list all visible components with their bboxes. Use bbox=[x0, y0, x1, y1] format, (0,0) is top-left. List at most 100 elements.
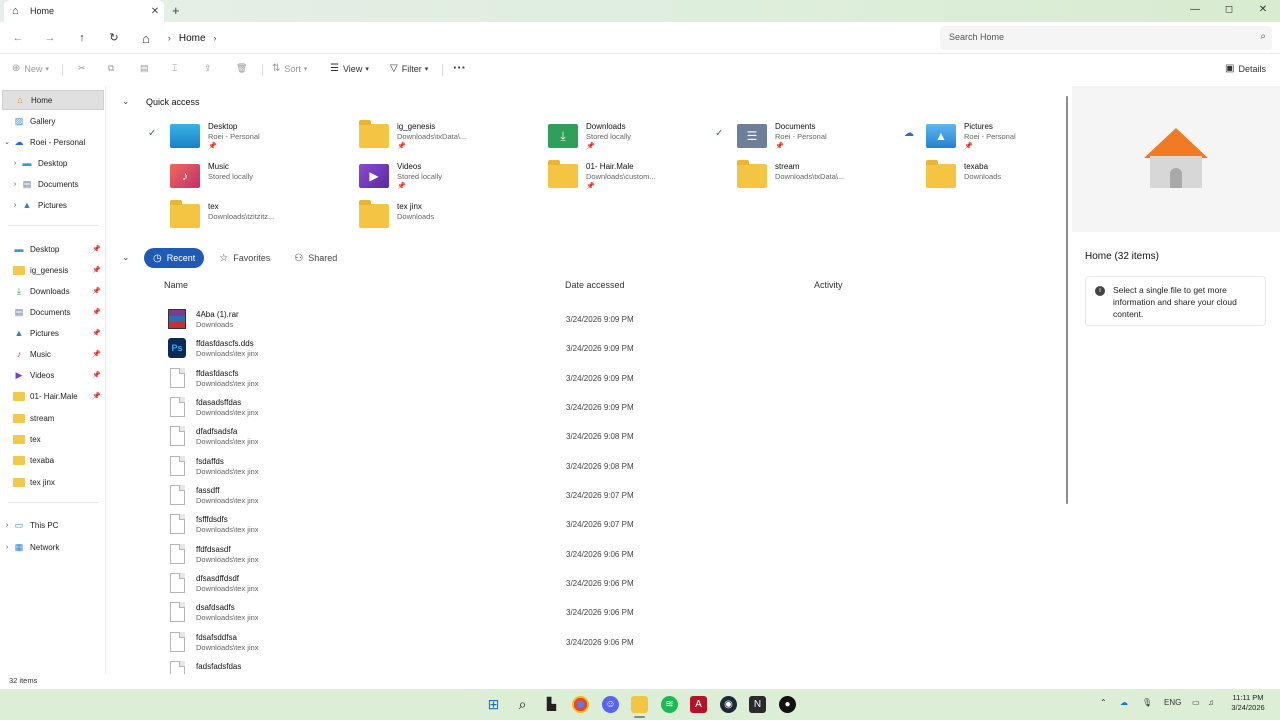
copy-button[interactable]: ⧉ bbox=[108, 63, 114, 74]
quick-access-item[interactable]: tex jinx Downloads bbox=[359, 200, 539, 236]
forward-button[interactable]: → bbox=[40, 28, 60, 48]
table-row[interactable]: ffdfdsasdf Downloads\tex jinx 3/24/2026 … bbox=[166, 541, 1046, 570]
table-row[interactable]: dfadfsadsfa Downloads\tex jinx 3/24/2026… bbox=[166, 423, 1046, 452]
search-icon[interactable]: ⌕ bbox=[514, 696, 531, 713]
tab-shared[interactable]: ⚇ Shared bbox=[285, 248, 346, 268]
quick-access-item[interactable]: ⤓ Downloads Stored locally 📌 bbox=[548, 120, 728, 156]
chevron-right-icon[interactable]: › bbox=[10, 160, 20, 167]
table-row[interactable]: dfsasdffdsdf Downloads\tex jinx 3/24/202… bbox=[166, 570, 1046, 599]
tab-home[interactable]: ⌂ Home ✕ bbox=[4, 0, 164, 22]
sidebar-item-gallery[interactable]: ▨ Gallery bbox=[2, 111, 104, 131]
microphone-icon[interactable]: 🎙 bbox=[1142, 698, 1152, 707]
quick-access-item[interactable]: ✓ Desktop Roei - Personal 📌 bbox=[148, 120, 350, 156]
clock[interactable]: 11:11 PM 3/24/2026 bbox=[1228, 693, 1268, 713]
table-row[interactable]: Ps ffdasfdascfs.dds Downloads\tex jinx 3… bbox=[166, 335, 1046, 364]
rename-button[interactable]: ⌶ bbox=[172, 63, 177, 74]
sidebar-item-music[interactable]: ♪ Music 📌 bbox=[2, 344, 104, 364]
table-row[interactable]: fdasadsffdas Downloads\tex jinx 3/24/202… bbox=[166, 394, 1046, 423]
chevron-down-icon[interactable]: ⌄ bbox=[2, 138, 12, 146]
sidebar-item-onedrive[interactable]: ⌄ ☁ Roei - Personal bbox=[2, 132, 104, 152]
quick-access-item[interactable]: ♪ Music Stored locally bbox=[170, 160, 350, 196]
share-button[interactable]: ⇪ bbox=[204, 63, 212, 74]
chevron-down-icon[interactable]: ⌄ bbox=[122, 252, 130, 263]
close-tab-button[interactable]: ✕ bbox=[146, 6, 164, 17]
sidebar-item-desktop[interactable]: ▬ Desktop 📌 bbox=[2, 239, 104, 259]
sidebar-item-tex-jinx[interactable]: tex jinx bbox=[2, 472, 104, 492]
sidebar-item-od-desktop[interactable]: › ▬ Desktop bbox=[2, 153, 104, 173]
quick-access-item[interactable]: tex Downloads\tzitzitz... bbox=[170, 200, 350, 236]
view-button[interactable]: ☰ View ▾ bbox=[330, 63, 369, 74]
tab-recent[interactable]: ◷ Recent bbox=[144, 248, 205, 268]
sidebar-item-ig-genesis[interactable]: ig_genesis 📌 bbox=[2, 260, 104, 280]
breadcrumb[interactable]: ⌂ › Home › bbox=[136, 26, 926, 50]
obs-icon[interactable]: ● bbox=[779, 696, 796, 713]
new-tab-button[interactable]: + bbox=[172, 3, 180, 18]
windows-start-icon[interactable]: ⊞ bbox=[485, 696, 502, 713]
quick-access-item[interactable]: ig_genesis Downloads\txData\... 📌 bbox=[359, 120, 539, 156]
sort-button[interactable]: ⇅ Sort ▾ bbox=[272, 63, 307, 74]
new-button[interactable]: ⊕ New ▾ bbox=[12, 63, 49, 74]
sidebar-item-texaba[interactable]: texaba bbox=[2, 450, 104, 470]
chrome-icon[interactable] bbox=[572, 696, 589, 713]
table-row[interactable]: fadsfadsfdas bbox=[166, 658, 1046, 674]
quick-access-item[interactable]: ▶ Videos Stored locally 📌 bbox=[359, 160, 539, 196]
sidebar-item-hair-male[interactable]: 01- Hair.Male 📌 bbox=[2, 386, 104, 406]
sidebar-item-network[interactable]: › ▦ Network bbox=[2, 537, 104, 557]
chevron-down-icon[interactable]: ⌄ bbox=[122, 96, 130, 107]
column-header-name[interactable]: Name bbox=[164, 280, 188, 290]
close-window-button[interactable]: ✕ bbox=[1246, 0, 1280, 22]
tab-favorites[interactable]: ☆ Favorites bbox=[210, 248, 279, 268]
refresh-button[interactable]: ↻ bbox=[104, 28, 124, 48]
more-options-button[interactable]: ··· bbox=[453, 60, 466, 75]
language-indicator[interactable]: ENG bbox=[1164, 698, 1181, 707]
sidebar-item-this-pc[interactable]: › ▭ This PC bbox=[2, 515, 104, 535]
quick-access-item[interactable]: 01- Hair.Male Downloads\custom... 📌 bbox=[548, 160, 728, 196]
chevron-right-icon[interactable]: › bbox=[10, 202, 20, 209]
discord-icon[interactable]: ☺ bbox=[602, 696, 619, 713]
back-button[interactable]: ← bbox=[8, 28, 28, 48]
chevron-up-icon[interactable]: ⌃ bbox=[1100, 698, 1107, 707]
table-row[interactable]: fassdff Downloads\tex jinx 3/24/2026 9:0… bbox=[166, 482, 1046, 511]
app-icon[interactable]: N bbox=[749, 696, 766, 713]
sidebar-item-home[interactable]: ⌂ Home bbox=[2, 90, 104, 110]
network-icon[interactable]: ▭ bbox=[1192, 698, 1200, 707]
up-button[interactable]: ↑ bbox=[72, 28, 92, 48]
sidebar-item-od-documents[interactable]: › ▤ Documents bbox=[2, 174, 104, 194]
onedrive-icon[interactable]: ☁ bbox=[1120, 698, 1128, 707]
task-view-icon[interactable]: ▙ bbox=[543, 696, 560, 713]
file-explorer-icon[interactable] bbox=[631, 696, 648, 718]
table-row[interactable]: fsdaffds Downloads\tex jinx 3/24/2026 9:… bbox=[166, 453, 1046, 482]
sidebar-item-stream[interactable]: stream bbox=[2, 408, 104, 428]
quick-access-item[interactable]: ✓ ☰ Documents Roei - Personal 📌 bbox=[715, 120, 917, 156]
table-row[interactable]: 4Aba (1).rar Downloads 3/24/2026 9:09 PM bbox=[166, 306, 1046, 335]
table-row[interactable]: ffdasfdascfs Downloads\tex jinx 3/24/202… bbox=[166, 365, 1046, 394]
chevron-right-icon[interactable]: › bbox=[214, 33, 217, 43]
details-button[interactable]: ▣ Details bbox=[1225, 63, 1266, 74]
paste-button[interactable]: ▤ bbox=[140, 63, 149, 74]
chevron-right-icon[interactable]: › bbox=[2, 522, 12, 529]
search-input[interactable]: Search Home ⌕ bbox=[940, 26, 1272, 50]
table-row[interactable]: dsafdsadfs Downloads\tex jinx 3/24/2026 … bbox=[166, 599, 1046, 628]
column-header-activity[interactable]: Activity bbox=[814, 280, 843, 290]
quick-access-item[interactable]: stream Downloads\txData\... bbox=[737, 160, 917, 196]
chevron-right-icon[interactable]: › bbox=[168, 33, 171, 43]
scrollbar[interactable] bbox=[1066, 96, 1068, 504]
sidebar-item-downloads[interactable]: ⤓ Downloads 📌 bbox=[2, 281, 104, 301]
sidebar-item-od-pictures[interactable]: › ▲ Pictures bbox=[2, 195, 104, 215]
column-header-date[interactable]: Date accessed bbox=[565, 280, 625, 290]
acrobat-icon[interactable]: A bbox=[690, 696, 707, 713]
filter-button[interactable]: ▽ Filter ▾ bbox=[390, 63, 428, 74]
chevron-right-icon[interactable]: › bbox=[2, 544, 12, 551]
table-row[interactable]: fsfffdsdfs Downloads\tex jinx 3/24/2026 … bbox=[166, 511, 1046, 540]
sidebar-item-videos[interactable]: ▶ Videos 📌 bbox=[2, 365, 104, 385]
cut-button[interactable]: ✂ bbox=[78, 63, 86, 74]
delete-button[interactable]: 🗑 bbox=[236, 63, 247, 74]
sidebar-item-documents[interactable]: ▤ Documents 📌 bbox=[2, 302, 104, 322]
volume-icon[interactable]: ♫ bbox=[1208, 698, 1214, 707]
table-row[interactable]: fdsafsddfsa Downloads\tex jinx 3/24/2026… bbox=[166, 629, 1046, 658]
maximize-button[interactable]: ◻ bbox=[1212, 0, 1246, 22]
steam-icon[interactable]: ◉ bbox=[720, 696, 737, 713]
chevron-right-icon[interactable]: › bbox=[10, 181, 20, 188]
breadcrumb-home[interactable]: Home bbox=[179, 33, 206, 44]
minimize-button[interactable]: — bbox=[1178, 0, 1212, 22]
